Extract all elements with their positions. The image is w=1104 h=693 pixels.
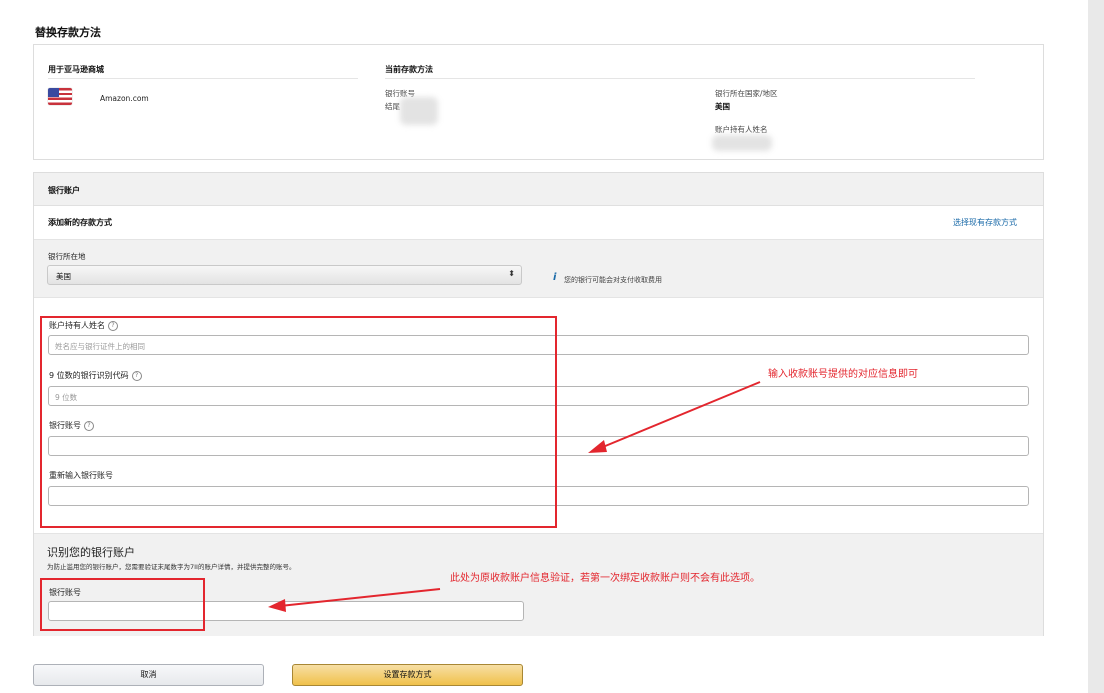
arrow-1-head bbox=[588, 440, 607, 453]
annotation-note-1: 输入收款账号提供的对应信息即可 bbox=[768, 369, 918, 380]
set-deposit-method-button[interactable]: 设置存款方式 bbox=[292, 664, 523, 686]
arrow-2 bbox=[279, 588, 441, 607]
annotation-arrows bbox=[268, 381, 761, 612]
annotation-note-2: 此处为原收款账户信息验证，若第一次绑定收款账户则不会有此选项。 bbox=[450, 573, 760, 584]
cancel-button[interactable]: 取消 bbox=[33, 664, 264, 686]
arrow-1 bbox=[597, 381, 761, 450]
arrow-2-head bbox=[268, 599, 286, 612]
